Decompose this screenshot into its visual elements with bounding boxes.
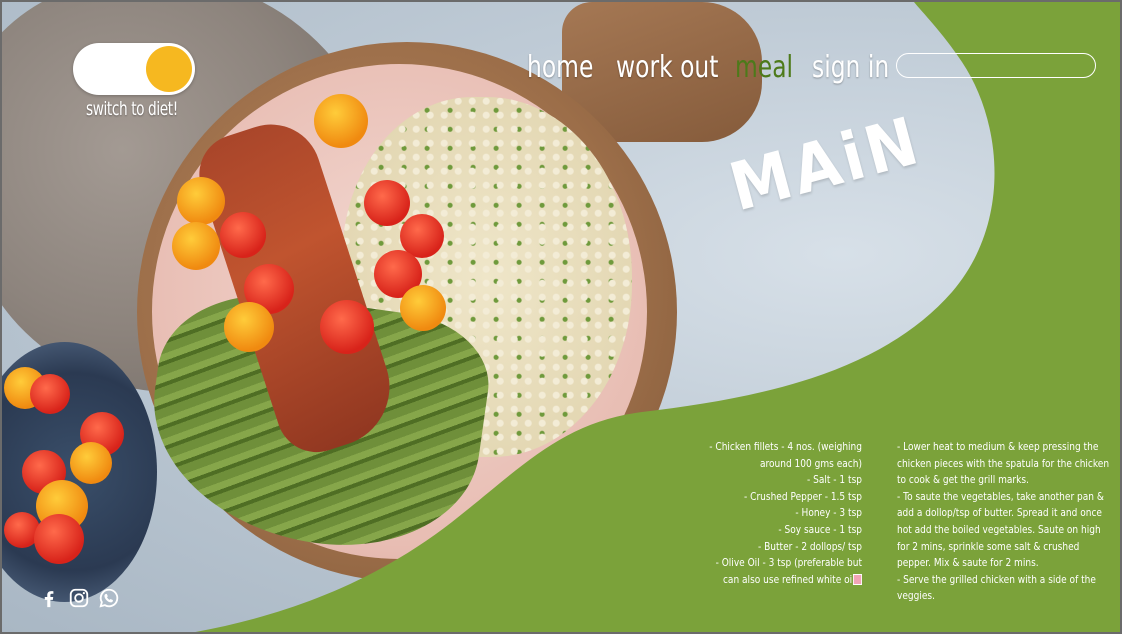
- nav-home[interactable]: home: [527, 50, 593, 85]
- toggle-knob[interactable]: [146, 46, 192, 92]
- nav-sign-in[interactable]: sign in: [812, 50, 889, 85]
- ingredient-item: - Butter - 2 dollops/ tsp: [757, 539, 862, 553]
- step-item: - Lower heat to medium & keep pressing t…: [897, 440, 1110, 487]
- ingredient-item: - Crushed Pepper - 1.5 tsp: [744, 489, 862, 503]
- instagram-icon[interactable]: [68, 587, 90, 609]
- diet-toggle[interactable]: [73, 43, 195, 95]
- toggle-caption: switch to diet!: [86, 98, 178, 120]
- ingredients-list: - Chicken fillets - 4 nos. (weighing aro…: [662, 439, 862, 588]
- overflow-marker-icon: [852, 574, 862, 586]
- ingredient-item: - Salt - 1 tsp: [807, 473, 862, 487]
- steps-list: - Lower heat to medium & keep pressing t…: [897, 439, 1112, 605]
- nav-meal[interactable]: meal: [735, 50, 793, 85]
- step-item: - To saute the vegetables, take another …: [897, 489, 1104, 570]
- ingredient-item-last: - Olive Oil - 3 tsp (preferable but can …: [698, 555, 862, 588]
- whatsapp-icon[interactable]: [98, 587, 120, 609]
- social-links: [38, 587, 120, 609]
- page-frame: switch to diet! home work out meal sign …: [0, 0, 1122, 634]
- ingredient-item: - Honey - 3 tsp: [795, 506, 862, 520]
- search-input[interactable]: [896, 53, 1096, 78]
- step-item: - Serve the grilled chicken with a side …: [897, 572, 1096, 603]
- facebook-icon[interactable]: [38, 587, 60, 609]
- ingredient-item-text: - Olive Oil - 3 tsp (preferable but can …: [715, 556, 862, 586]
- nav-work-out[interactable]: work out: [616, 50, 718, 85]
- ingredient-item: - Chicken fillets - 4 nos. (weighing aro…: [709, 440, 862, 470]
- ingredient-item: - Soy sauce - 1 tsp: [778, 522, 862, 536]
